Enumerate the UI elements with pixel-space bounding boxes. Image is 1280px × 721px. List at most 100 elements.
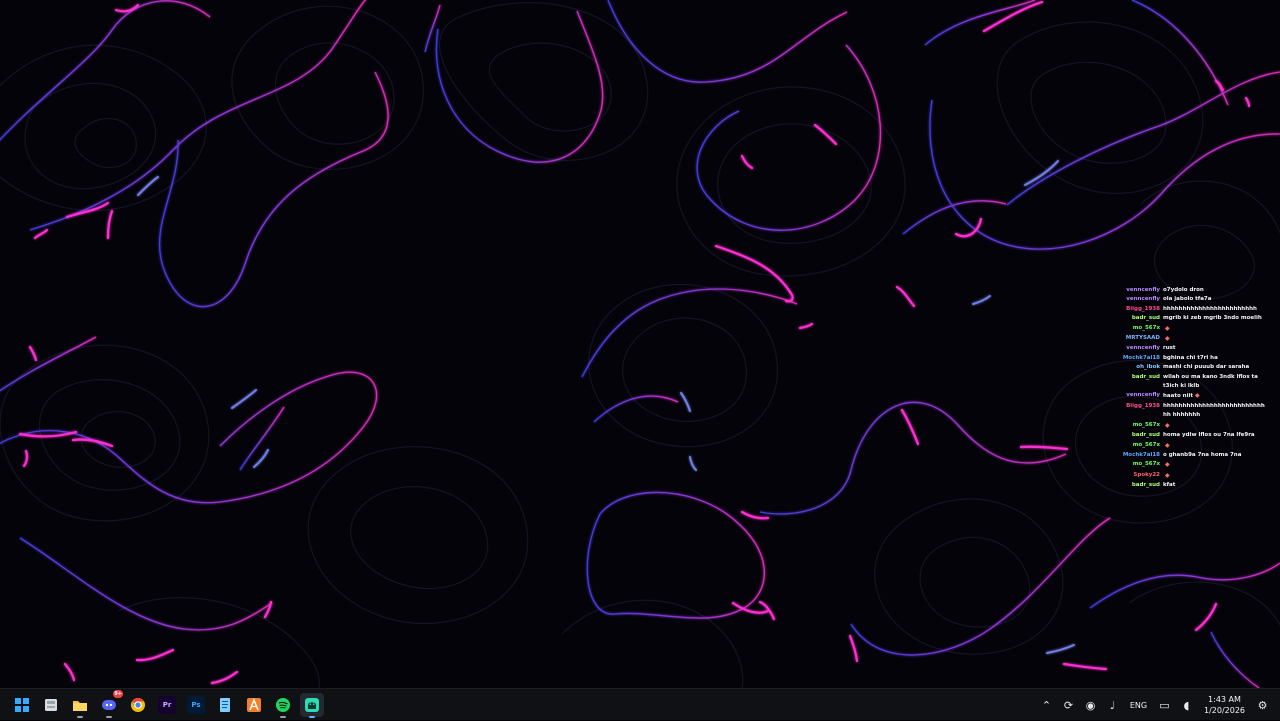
chevron-up-icon[interactable]: ⌃ (1039, 698, 1054, 713)
sync-icon[interactable]: ⟳ (1061, 698, 1076, 713)
chat-username: MRTYSAAD (1125, 335, 1160, 342)
contour-wallpaper (0, 0, 1280, 688)
chat-username: venncenfly (1126, 296, 1160, 303)
chat-username: badr_sud (1131, 432, 1160, 439)
taskbar-app-list: 9+ Pr Ps (10, 690, 324, 718)
clock-date: 1/20/2026 (1203, 706, 1246, 715)
chat-message-text: homa ydiw lflos ou 7na lfe9ra (1163, 432, 1255, 439)
display-icon[interactable]: ▭ (1157, 698, 1172, 713)
chat-username: Mochk7al18 (1122, 451, 1160, 458)
chat-message-text: wllah ou ma kano 3ndk lflos ta t3ich ki … (1163, 373, 1258, 390)
chat-username: mo_567x (1132, 421, 1160, 428)
chat-message: mo_567x ◆ (1118, 460, 1268, 470)
chat-message: Biigg_1938 hhhhhhhhhhhhhhhhhhhhhhhh (1118, 305, 1268, 314)
spotify-icon (276, 698, 290, 712)
chat-message: Mochk7al18 bghina chi t7rl ha (1118, 354, 1268, 363)
chat-message: oh_ibok mashi chi puuub dar saraha (1118, 363, 1268, 372)
android-app-icon (305, 698, 319, 712)
start-button[interactable] (10, 693, 34, 717)
photoshop-button[interactable]: Ps (184, 693, 208, 717)
chat-message-text: o7ydolo dron (1163, 287, 1204, 293)
chat-message: venncenfly rust (1118, 344, 1268, 353)
photoshop-icon: Ps (187, 696, 205, 714)
chat-message: Mochk7al18 o ghanb9a 7na homa 7na (1118, 451, 1268, 460)
desktop: venncenfly o7ydolo dron venncenfly ola jabo… (0, 0, 1280, 688)
chat-message: mo_567x ◆ (1118, 324, 1268, 334)
android-app-button[interactable] (300, 693, 324, 718)
desktop-background (0, 0, 1280, 688)
premiere-pro-button[interactable]: Pr (155, 693, 179, 717)
chat-message: badr_sud kfat (1118, 481, 1268, 490)
chat-message-text: hhhhhhhhhhhhhhhhhhhhhhhh (1163, 305, 1257, 312)
chat-message: venncenfly haato niit ◆ (1118, 391, 1268, 401)
chat-message-text: ◆ (1163, 421, 1266, 431)
chat-message: MRTYSAAD ◆ (1118, 334, 1268, 344)
chat-username: Spoky22 (1133, 471, 1160, 478)
file-explorer-button[interactable] (39, 693, 63, 717)
settings-icon[interactable]: ⚙ (1255, 698, 1270, 713)
chat-message-text: ◆ (1163, 471, 1266, 481)
chat-username: venncenfly (1126, 345, 1160, 352)
live-chat-overlay: venncenfly o7ydolo dron venncenfly ola jabo… (1118, 286, 1268, 502)
notepad-icon (220, 698, 230, 712)
chat-username: venncenfly (1126, 287, 1160, 293)
chat-username: badr_sud (1131, 373, 1160, 380)
chat-message: Spoky22 ◆ (1118, 471, 1268, 481)
chat-username: badr_sud (1131, 315, 1160, 322)
chat-message-text: rust (1163, 345, 1176, 352)
chat-username: Biigg_1938 (1126, 402, 1160, 409)
windows-logo-icon (15, 698, 29, 712)
chat-username: mo_567x (1132, 441, 1160, 448)
chat-message: venncenfly o7ydolo dron (1118, 286, 1268, 295)
chat-username: Biigg_1938 (1126, 305, 1160, 312)
emote-icon: ◆ (1165, 335, 1170, 343)
orange-a-icon (247, 697, 261, 712)
chat-message-text: o ghanb9a 7na homa 7na (1163, 451, 1242, 458)
emote-icon: ◆ (1194, 392, 1200, 400)
chat-username: venncenfly (1126, 392, 1160, 399)
chat-message-text: hhhhhhhhhhhhhhhhhhhhhhhhhhhh hhhhhhh (1163, 402, 1265, 419)
volume-icon[interactable]: ◖ (1179, 698, 1194, 713)
clock-time: 1:43 AM (1208, 695, 1241, 704)
chat-message-text: mashi chi puuub dar saraha (1163, 364, 1250, 371)
system-tray: ⌃ ⟳ ◉ ♩ ENG ▭ ◖ 1:43 AM 1/20/2026 ⚙ (1039, 689, 1270, 721)
emote-icon: ◆ (1165, 324, 1170, 332)
chrome-button[interactable] (126, 693, 150, 717)
premiere-pro-icon: Pr (158, 696, 176, 714)
chat-message-text: ◆ (1163, 324, 1266, 334)
discord-button[interactable]: 9+ (97, 690, 123, 718)
chat-username: oh_ibok (1136, 364, 1160, 371)
emote-icon: ◆ (1165, 421, 1170, 429)
emote-icon: ◆ (1165, 441, 1170, 449)
microphone-icon[interactable]: ♩ (1105, 698, 1120, 713)
orange-app-button[interactable] (242, 693, 266, 717)
folder-button[interactable] (68, 693, 92, 718)
chat-username: badr_sud (1131, 482, 1160, 489)
chat-message-text: ola jabolo tfa7a (1163, 296, 1212, 303)
chat-username: mo_567x (1132, 461, 1160, 468)
chat-message-text: ◆ (1163, 460, 1266, 470)
chat-message: Biigg_1938 hhhhhhhhhhhhhhhhhhhhhhhhhhhh h… (1118, 402, 1268, 421)
chat-message-text: mgrib ki zeb mgrib 3ndo moelih (1163, 315, 1262, 322)
taskbar: 9+ Pr Ps ⌃ ⟳ ◉ ♩ ENG ▭ ◖ 1:43 AM 1/20/20… (0, 688, 1280, 720)
spotify-button[interactable] (271, 693, 295, 718)
discord-icon (102, 700, 116, 710)
language-indicator[interactable]: ENG (1127, 701, 1150, 710)
emote-icon: ◆ (1165, 471, 1170, 479)
chat-message-text: ◆ (1163, 334, 1266, 344)
chat-message: venncenfly ola jabolo tfa7a (1118, 295, 1268, 304)
chat-message-text: bghina chi t7rl ha (1163, 354, 1218, 361)
chat-message: badr_sud homa ydiw lflos ou 7na lfe9ra (1118, 431, 1268, 440)
folder-icon (73, 701, 87, 711)
file-explorer-icon (45, 699, 57, 711)
record-icon[interactable]: ◉ (1083, 698, 1098, 713)
notepad-button[interactable] (213, 693, 237, 717)
discord-notification-badge: 9+ (113, 690, 123, 698)
chrome-icon (131, 697, 145, 712)
chat-username: mo_567x (1132, 324, 1160, 331)
chat-message: badr_sud mgrib ki zeb mgrib 3ndo moelih (1118, 314, 1268, 323)
chat-message: badr_sud wllah ou ma kano 3ndk lflos ta t… (1118, 373, 1268, 392)
system-clock[interactable]: 1:43 AM 1/20/2026 (1201, 694, 1248, 716)
chat-message-text: kfat (1163, 482, 1176, 489)
chat-message-text: ◆ (1163, 441, 1266, 451)
